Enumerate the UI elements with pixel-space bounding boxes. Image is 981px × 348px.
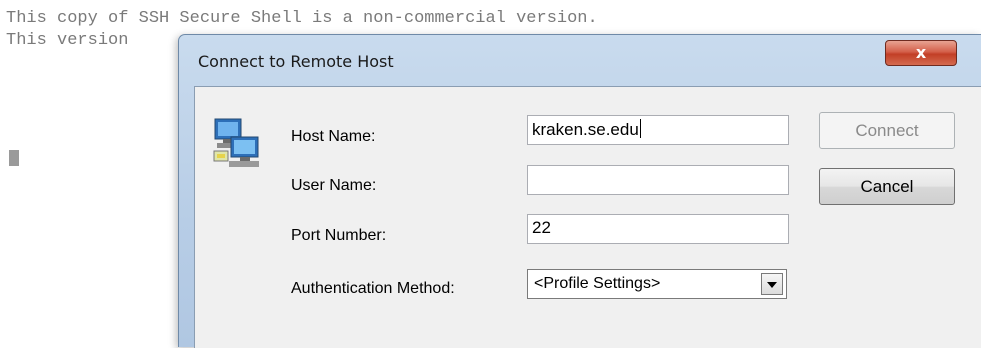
host-name-input[interactable]: kraken.se.edu [527, 115, 789, 145]
close-button[interactable]: x [885, 40, 957, 66]
host-name-label: Host Name: [291, 128, 376, 145]
user-name-input[interactable] [527, 165, 789, 195]
dialog-title: Connect to Remote Host [198, 52, 394, 71]
port-number-value: 22 [532, 218, 551, 237]
port-number-input[interactable]: 22 [527, 214, 789, 244]
host-name-value: kraken.se.edu [532, 120, 639, 139]
terminal-line: This version [6, 31, 129, 50]
cancel-button[interactable]: Cancel [819, 168, 955, 205]
authentication-method-label: Authentication Method: [291, 280, 455, 297]
connect-dialog: Connect to Remote Host x Host Name: krak… [178, 34, 981, 348]
user-name-label: User Name: [291, 177, 377, 194]
connect-button[interactable]: Connect [819, 112, 955, 149]
terminal-line: This copy of SSH Secure Shell is a non-c… [6, 9, 598, 28]
close-icon: x [915, 43, 927, 62]
port-number-label: Port Number: [291, 227, 387, 244]
text-caret [639, 119, 641, 138]
authentication-method-value: <Profile Settings> [534, 275, 661, 292]
dialog-client-area: Host Name: kraken.se.edu User Name: Port… [194, 86, 981, 348]
chevron-down-icon[interactable] [761, 273, 783, 295]
authentication-method-select[interactable]: <Profile Settings> [527, 269, 787, 299]
terminal-cursor [9, 150, 19, 166]
computers-network-icon [213, 118, 259, 167]
